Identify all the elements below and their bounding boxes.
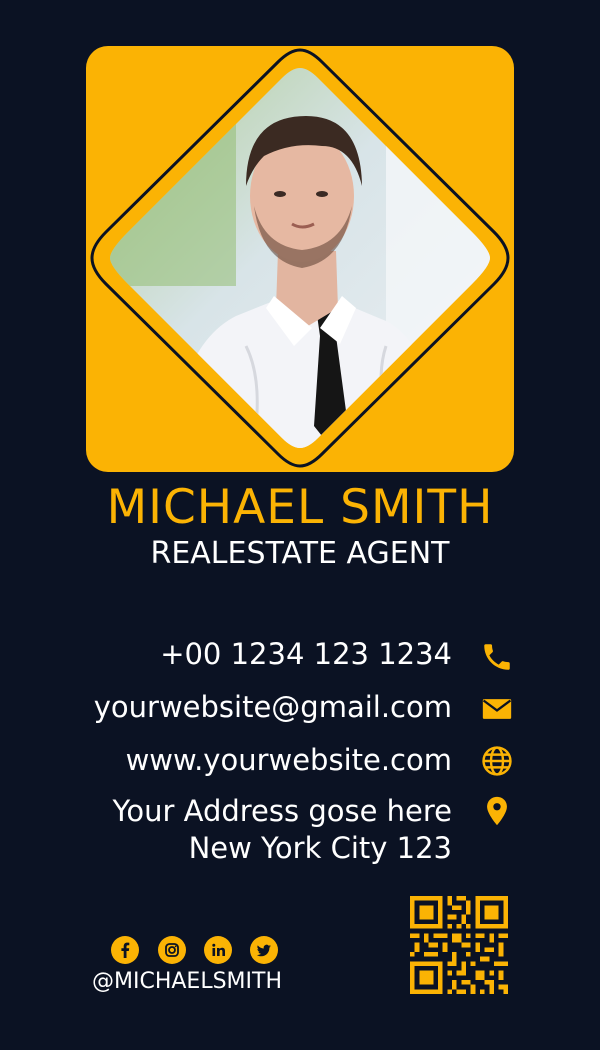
twitter-icon[interactable]	[250, 936, 278, 964]
social-handle[interactable]: @MICHAELSMITH	[92, 966, 282, 998]
qr-code	[410, 896, 508, 994]
address-line-1: Your Address gose here	[112, 794, 452, 828]
address-line-2: New York City 123	[188, 831, 452, 865]
job-title: REALESTATE AGENT	[150, 536, 450, 571]
profile-photo	[90, 48, 510, 468]
facebook-icon[interactable]	[111, 936, 139, 964]
person-name: MICHAEL SMITH	[106, 480, 494, 535]
globe-icon	[482, 746, 512, 776]
location-pin-icon	[487, 796, 507, 826]
mail-icon	[482, 699, 512, 719]
phone-number[interactable]: +00 1234 123 1234	[160, 635, 452, 673]
instagram-icon[interactable]	[158, 936, 186, 964]
phone-icon	[484, 644, 510, 670]
email-address[interactable]: yourwebsite@gmail.com	[94, 688, 452, 726]
linkedin-icon[interactable]	[204, 936, 232, 964]
photo-panel	[86, 46, 514, 472]
website-url[interactable]: www.yourwebsite.com	[126, 741, 452, 779]
